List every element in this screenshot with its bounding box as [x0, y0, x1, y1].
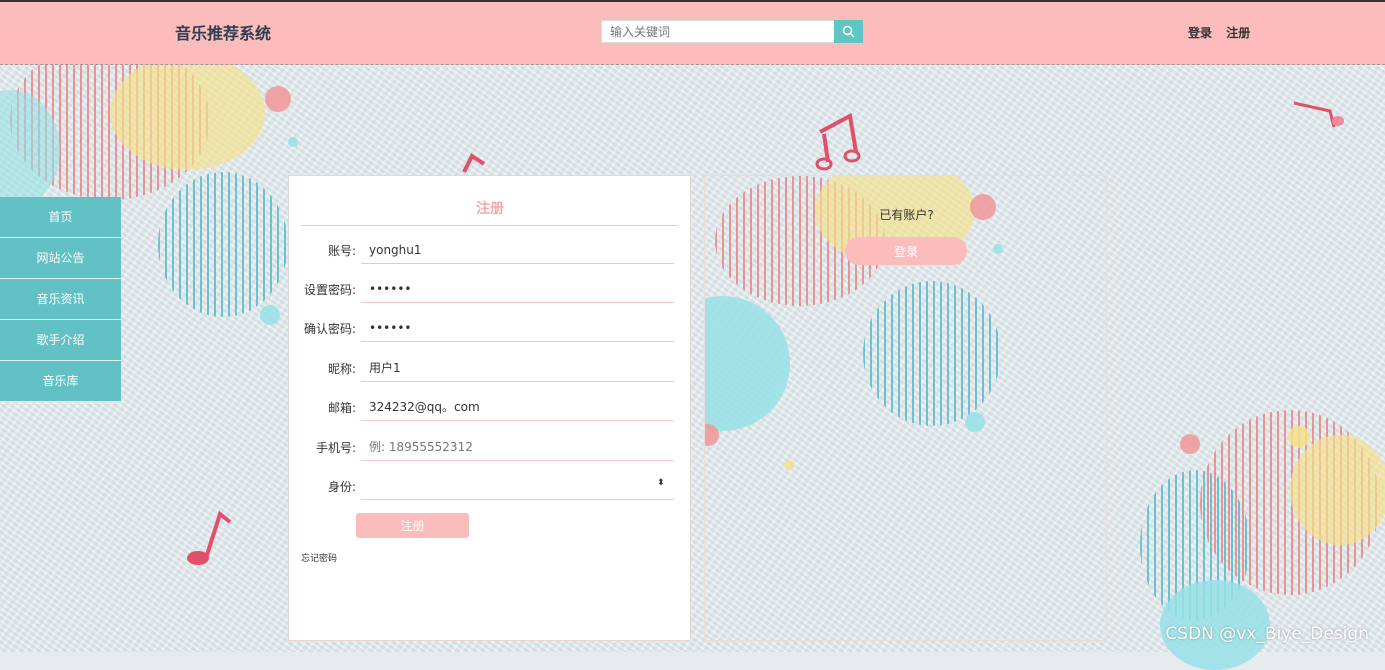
nickname-input[interactable]: [361, 354, 674, 382]
decor-circle: [265, 86, 291, 112]
has-account-text: 已有账户?: [879, 208, 934, 222]
decor-circle: [993, 244, 1003, 254]
confirm-password-input[interactable]: [361, 314, 674, 342]
search-icon: [842, 25, 855, 38]
password-input[interactable]: [361, 275, 674, 303]
password-label: 设置密码:: [303, 283, 356, 297]
decor-circle: [863, 281, 1001, 426]
nav-item-announcements[interactable]: 网站公告: [0, 238, 121, 279]
header-register-link[interactable]: 注册: [1226, 26, 1250, 40]
nickname-label: 昵称:: [327, 362, 356, 376]
role-label: 身份:: [327, 480, 356, 494]
header-login-link[interactable]: 登录: [1188, 26, 1212, 40]
login-button[interactable]: 登录: [845, 237, 967, 265]
phone-label: 手机号:: [315, 441, 356, 455]
nav-item-music-news[interactable]: 音乐资讯: [0, 279, 121, 320]
decor-circle: [1288, 426, 1310, 448]
decor-circle: [1290, 435, 1385, 545]
confirm-password-label: 确认密码:: [303, 322, 356, 336]
email-label: 邮箱:: [327, 401, 356, 415]
register-submit-button[interactable]: 注册: [356, 513, 469, 538]
email-input[interactable]: [361, 393, 674, 421]
decor-circle: [965, 412, 985, 432]
decor-circle: [288, 137, 298, 147]
register-form: 注册 账号: 设置密码: 确认密码: 昵称: 邮箱: 手机号: 身份: ⬍ 注册…: [288, 175, 691, 641]
auth-links: 登录 注册: [1188, 24, 1260, 41]
role-select[interactable]: [361, 472, 674, 500]
forgot-password-link[interactable]: 忘记密码: [301, 551, 337, 564]
search-input[interactable]: [601, 20, 834, 43]
nav-item-home[interactable]: 首页: [0, 197, 121, 238]
site-brand[interactable]: 音乐推荐系统: [175, 20, 271, 44]
title-divider: [301, 225, 679, 226]
select-arrows-icon: ⬍: [657, 478, 665, 488]
account-input[interactable]: [361, 236, 674, 264]
phone-input[interactable]: [361, 433, 674, 461]
decor-circle: [1180, 434, 1200, 454]
music-note-icon: [187, 510, 232, 565]
top-header: 音乐推荐系统 登录 注册: [0, 0, 1385, 65]
decor-circle: [110, 55, 265, 170]
form-row-role: 身份: ⬍: [289, 478, 692, 518]
watermark: CSDN @vx_Biye_Design: [1165, 624, 1369, 644]
decor-circle: [158, 172, 288, 317]
login-panel: 已有账户? 登录: [704, 175, 1107, 641]
decor-circle: [260, 305, 280, 325]
music-note-icon: [815, 112, 861, 171]
side-nav: 首页 网站公告 音乐资讯 歌手介绍 音乐库: [0, 197, 121, 402]
account-label: 账号:: [327, 244, 356, 258]
nav-item-music-library[interactable]: 音乐库: [0, 361, 121, 402]
register-title: 注册: [476, 201, 504, 217]
search-button[interactable]: [834, 20, 863, 43]
nav-item-singers[interactable]: 歌手介绍: [0, 320, 121, 361]
music-note-icon: [462, 153, 486, 173]
decor-circle: [705, 296, 790, 431]
music-note-icon: [1293, 101, 1344, 128]
search-bar: [601, 20, 863, 43]
